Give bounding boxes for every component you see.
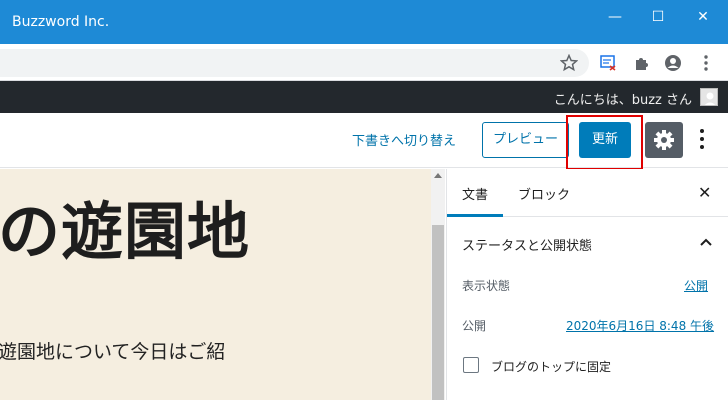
menu-icon[interactable]	[697, 54, 715, 72]
chevron-up-icon[interactable]	[700, 238, 712, 246]
close-window-button[interactable]: ✕	[688, 6, 718, 28]
scroll-thumb[interactable]	[432, 225, 444, 400]
gear-icon	[654, 130, 674, 150]
maximize-button[interactable]: ☐	[643, 6, 673, 28]
extensions-icon[interactable]	[633, 54, 651, 72]
publish-label: 公開	[462, 319, 487, 333]
post-title[interactable]: の遊園地	[0, 181, 250, 271]
stick-to-top-checkbox[interactable]	[463, 357, 479, 373]
status-panel-title[interactable]: ステータスと公開状態	[462, 235, 592, 254]
address-bar[interactable]	[0, 49, 589, 77]
user-greeting[interactable]: こんにちは、buzz さん	[554, 89, 692, 108]
close-sidebar-button[interactable]: ✕	[698, 183, 711, 202]
settings-sidebar: 文書 ブロック ✕ ステータスと公開状態 表示状態 公開 公開 2020年6月1…	[446, 169, 728, 400]
more-options-icon[interactable]	[695, 126, 709, 152]
sidebar-tabs: 文書 ブロック ✕	[447, 169, 728, 217]
tab-block[interactable]: ブロック	[518, 184, 570, 203]
scroll-up-arrow-icon[interactable]	[434, 173, 442, 178]
star-icon[interactable]	[560, 54, 578, 72]
editor-header: 下書きへ切り替え プレビュー 更新	[0, 113, 728, 170]
window-title-bar: Buzzword Inc. — ☐ ✕	[0, 0, 728, 44]
profile-icon[interactable]	[664, 54, 682, 72]
wp-admin-bar: こんにちは、buzz さん	[0, 81, 728, 113]
tab-document[interactable]: 文書	[462, 184, 488, 203]
visibility-value-link[interactable]: 公開	[684, 277, 708, 294]
switch-to-draft-button[interactable]: 下書きへ切り替え	[352, 130, 456, 149]
settings-button[interactable]	[645, 122, 683, 158]
post-paragraph[interactable]: 遊園地について今日はご紹	[0, 337, 225, 364]
avatar[interactable]	[700, 88, 718, 106]
minimize-button[interactable]: —	[600, 6, 630, 28]
highlight-box	[566, 115, 643, 170]
avatar-icon	[704, 92, 716, 105]
visibility-label: 表示状態	[462, 279, 511, 293]
content-scrollbar[interactable]	[431, 169, 445, 400]
editor-canvas: の遊園地 遊園地について今日はご紹	[0, 169, 431, 400]
preview-button[interactable]: プレビュー	[482, 122, 569, 158]
active-tab-indicator	[447, 214, 503, 217]
window-title: Buzzword Inc.	[12, 14, 110, 30]
publish-date-link[interactable]: 2020年6月16日 8:48 午後	[566, 317, 714, 334]
cut-off-red-text	[462, 396, 532, 400]
browser-toolbar	[0, 44, 728, 81]
reading-list-icon[interactable]	[599, 54, 617, 72]
stick-to-top-label[interactable]: ブログのトップに固定	[491, 358, 611, 375]
